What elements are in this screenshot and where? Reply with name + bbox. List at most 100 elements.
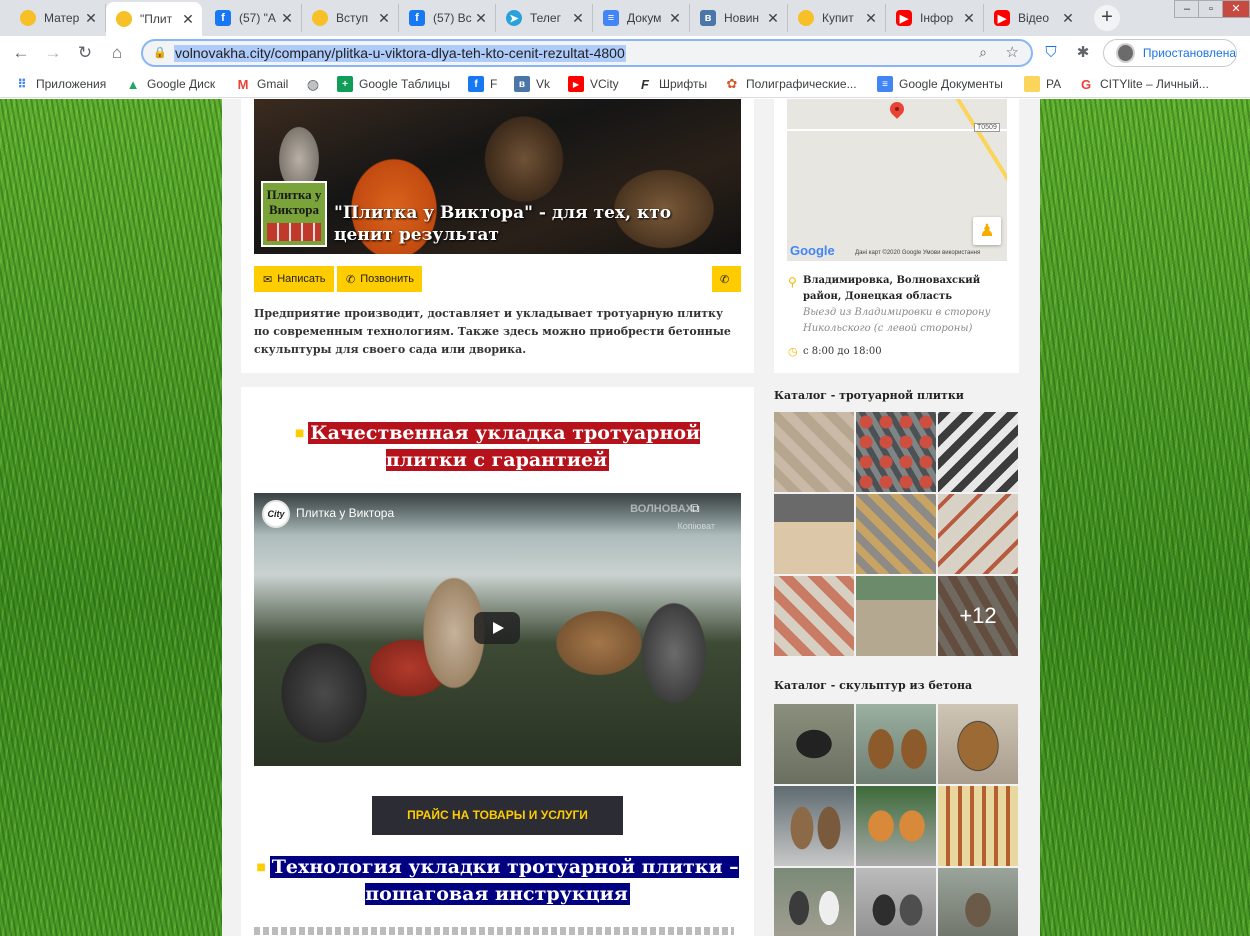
sculpture-thumb[interactable] bbox=[774, 786, 854, 866]
sculpture-thumb[interactable] bbox=[856, 786, 936, 866]
home-button[interactable]: ⌂ bbox=[105, 41, 129, 65]
vk-icon: в bbox=[514, 76, 530, 92]
circle-yellow-icon bbox=[20, 10, 36, 26]
tab[interactable]: Купит ✕ bbox=[788, 4, 886, 32]
url-text[interactable]: volnovakha.city/company/plitka-u-viktora… bbox=[174, 45, 626, 62]
tab-label: (57) Вс bbox=[433, 11, 472, 25]
bookmark-pa[interactable]: PA bbox=[1024, 75, 1061, 93]
reload-button[interactable]: ↻ bbox=[73, 41, 97, 65]
catalog-thumb[interactable] bbox=[938, 412, 1018, 492]
tab[interactable]: ≡ Докум ✕ bbox=[593, 4, 690, 32]
catalog-tiles-title[interactable]: Каталог - тротуарной плитки bbox=[774, 389, 964, 402]
video-title[interactable]: Плитка у Виктора bbox=[296, 506, 394, 520]
bookmark-label: Полиграфические... bbox=[746, 77, 857, 91]
bookmark-vcity[interactable]: ▶ VCity bbox=[568, 75, 619, 93]
bookmark-star-icon[interactable]: ☆ bbox=[1006, 43, 1019, 61]
profile-button[interactable]: Приостановлена bbox=[1103, 39, 1237, 67]
channel-avatar[interactable]: City bbox=[262, 500, 290, 528]
address-bar[interactable]: 🔒 volnovakha.city/company/plitka-u-vikto… bbox=[141, 39, 1033, 67]
tab[interactable]: f (57) "А ✕ bbox=[205, 4, 302, 32]
viber-icon: ✆ bbox=[720, 273, 730, 286]
logo-text: Плитка у Виктора bbox=[266, 187, 322, 217]
minimize-button[interactable]: – bbox=[1174, 0, 1200, 18]
catalog-thumb-more[interactable]: +12 bbox=[938, 576, 1018, 656]
sculpture-thumb[interactable] bbox=[938, 786, 1018, 866]
google-icon: G bbox=[1078, 76, 1094, 92]
bookmark-fonts[interactable]: F Шрифты bbox=[637, 75, 707, 93]
bookmark-docs[interactable]: ≡ Google Документы bbox=[877, 75, 1003, 93]
tab-active[interactable]: "Плит ✕ bbox=[106, 2, 202, 36]
tab[interactable]: ▶ Відео ✕ bbox=[984, 4, 1082, 32]
bookmark-sheets[interactable]: + Google Таблицы bbox=[337, 75, 450, 93]
close-icon[interactable]: ✕ bbox=[667, 10, 683, 27]
new-tab-button[interactable]: + bbox=[1094, 5, 1120, 31]
write-label: Написать bbox=[277, 273, 326, 285]
puzzle-extensions-icon[interactable]: ✱ bbox=[1072, 42, 1094, 64]
play-button[interactable] bbox=[474, 612, 520, 644]
tab[interactable]: ➤ Телег ✕ bbox=[496, 4, 593, 32]
close-icon[interactable]: ✕ bbox=[376, 10, 392, 27]
street-view-pegman-icon[interactable]: ♟ bbox=[973, 217, 1001, 245]
bookmark-apps[interactable]: ⠿ Приложения bbox=[14, 75, 106, 93]
copy-link-icon[interactable]: ⧉ bbox=[691, 501, 705, 517]
catalog-thumb[interactable] bbox=[938, 494, 1018, 574]
close-icon[interactable]: ✕ bbox=[279, 10, 295, 27]
search-icon[interactable]: ⌕ bbox=[979, 44, 987, 61]
sculpture-thumb[interactable] bbox=[856, 868, 936, 936]
bookmark-globe[interactable]: ◍ bbox=[305, 75, 327, 93]
company-logo: Плитка у Виктора bbox=[261, 181, 327, 247]
bookmark-vk[interactable]: в Vk bbox=[514, 75, 550, 93]
bookmark-label: F bbox=[490, 77, 498, 91]
close-icon[interactable]: ✕ bbox=[961, 10, 977, 27]
hero-headline: "Плитка у Виктора" - для тех, кто ценит … bbox=[334, 203, 672, 245]
sculpture-thumb[interactable] bbox=[938, 704, 1018, 784]
bookmark-drive[interactable]: ▲ Google Диск bbox=[125, 75, 215, 93]
bookmark-polygraph[interactable]: ✿ Полиграфические... bbox=[724, 75, 857, 93]
close-icon[interactable]: ✕ bbox=[1060, 10, 1076, 27]
catalog-thumb[interactable] bbox=[774, 494, 854, 574]
close-window-button[interactable]: ✕ bbox=[1222, 0, 1250, 18]
shield-extension-icon[interactable]: ⛉ bbox=[1040, 42, 1062, 64]
tab[interactable]: f (57) Вс ✕ bbox=[399, 4, 496, 32]
tab[interactable]: в Новин ✕ bbox=[690, 4, 788, 32]
tab[interactable]: Вступ ✕ bbox=[302, 4, 399, 32]
tab[interactable]: Матер ✕ bbox=[10, 4, 106, 32]
location-card: Т0509 ♟ Google Дані карт ©2020 Google Ум… bbox=[774, 99, 1019, 373]
close-icon[interactable]: ✕ bbox=[570, 10, 586, 27]
tab-strip: Матер ✕ "Плит ✕ f (57) "А ✕ Вступ ✕ f (5… bbox=[0, 0, 1250, 36]
sculpture-thumb[interactable] bbox=[938, 868, 1018, 936]
maximize-button[interactable]: ▫ bbox=[1198, 0, 1224, 18]
close-icon[interactable]: ✕ bbox=[83, 10, 99, 27]
close-icon[interactable]: ✕ bbox=[863, 10, 879, 27]
close-icon[interactable]: ✕ bbox=[180, 11, 196, 28]
tab[interactable]: ▶ Інфор ✕ bbox=[886, 4, 984, 32]
catalog-sculptures-title[interactable]: Каталог - скульптур из бетона bbox=[774, 679, 972, 692]
sculpture-thumb[interactable] bbox=[856, 704, 936, 784]
road-label: Т0509 bbox=[974, 123, 1000, 132]
youtube-icon: ▶ bbox=[568, 76, 584, 92]
video-watermark: ВОЛНОВАХ bbox=[630, 503, 693, 515]
price-list-button[interactable]: ПРАЙС НА ТОВАРЫ И УСЛУГИ bbox=[372, 796, 623, 835]
avatar bbox=[1116, 43, 1135, 63]
viber-button[interactable]: ✆ bbox=[712, 266, 741, 292]
bookmark-facebook[interactable]: fF bbox=[468, 75, 497, 93]
sculpture-thumb[interactable] bbox=[774, 704, 854, 784]
catalog-thumb[interactable] bbox=[774, 412, 854, 492]
write-button[interactable]: ✉ Написать bbox=[254, 266, 334, 292]
circle-yellow-icon bbox=[116, 11, 132, 27]
forward-button[interactable]: → bbox=[41, 41, 65, 65]
bookmark-gmail[interactable]: M Gmail bbox=[235, 75, 288, 93]
catalog-thumb[interactable] bbox=[856, 494, 936, 574]
map-highway bbox=[955, 99, 1007, 201]
back-button[interactable]: ← bbox=[9, 41, 33, 65]
catalog-thumb[interactable] bbox=[774, 576, 854, 656]
sculpture-thumb[interactable] bbox=[774, 868, 854, 936]
catalog-thumb[interactable] bbox=[856, 412, 936, 492]
close-icon[interactable]: ✕ bbox=[765, 10, 781, 27]
catalog-thumb[interactable] bbox=[856, 576, 936, 656]
video-player[interactable]: City Плитка у Виктора ВОЛНОВАХ ⧉ Копіюва… bbox=[254, 493, 741, 766]
bookmark-citylite[interactable]: G CITYlite – Личный... bbox=[1078, 75, 1209, 93]
close-icon[interactable]: ✕ bbox=[473, 10, 489, 27]
call-button[interactable]: ✆ Позвонить bbox=[337, 266, 422, 292]
google-map[interactable]: Т0509 ♟ Google Дані карт ©2020 Google Ум… bbox=[787, 99, 1007, 261]
